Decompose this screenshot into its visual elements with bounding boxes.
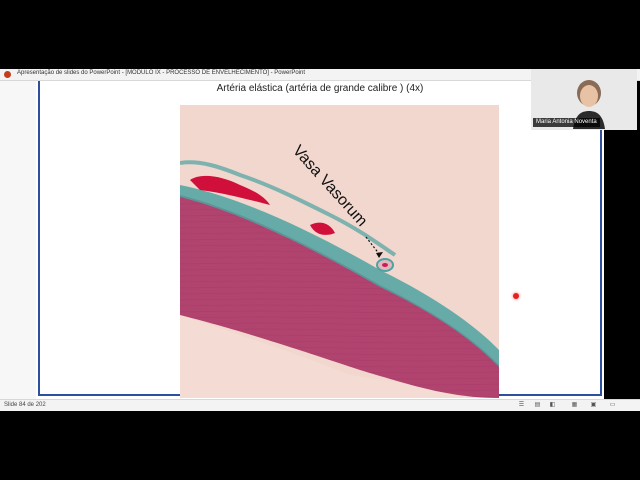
webcam-overlay: Maria Antonia Noventa <box>531 69 637 130</box>
slide-title: Artéria elástica (artéria de grande cali… <box>216 83 424 94</box>
histology-image: Vasa Vasorum <box>180 105 499 398</box>
laser-pointer <box>513 293 519 299</box>
participant-name: Maria Antonia Noventa <box>533 118 600 127</box>
left-gutter <box>0 81 36 399</box>
fit-slide-icon[interactable]: ▭ <box>609 402 616 409</box>
normal-view-icon[interactable]: ▤ <box>534 402 541 409</box>
notes-icon[interactable]: ☰ <box>518 402 525 409</box>
powerpoint-icon <box>4 71 11 78</box>
slide-canvas[interactable]: Artéria elástica (artéria de grande cali… <box>38 81 602 398</box>
slideshow-icon[interactable]: ▣ <box>590 402 597 409</box>
slide-counter: Slide 84 de 202 <box>4 402 46 408</box>
window-title: Apresentação de slides do PowerPoint - [… <box>17 70 305 76</box>
reading-view-icon[interactable]: ▦ <box>571 402 578 409</box>
slide-sorter-icon[interactable]: ◧ <box>549 402 556 409</box>
status-bar: Slide 84 de 202 ☰ ▤ ◧ ▦ ▣ ▭ <box>0 399 640 411</box>
